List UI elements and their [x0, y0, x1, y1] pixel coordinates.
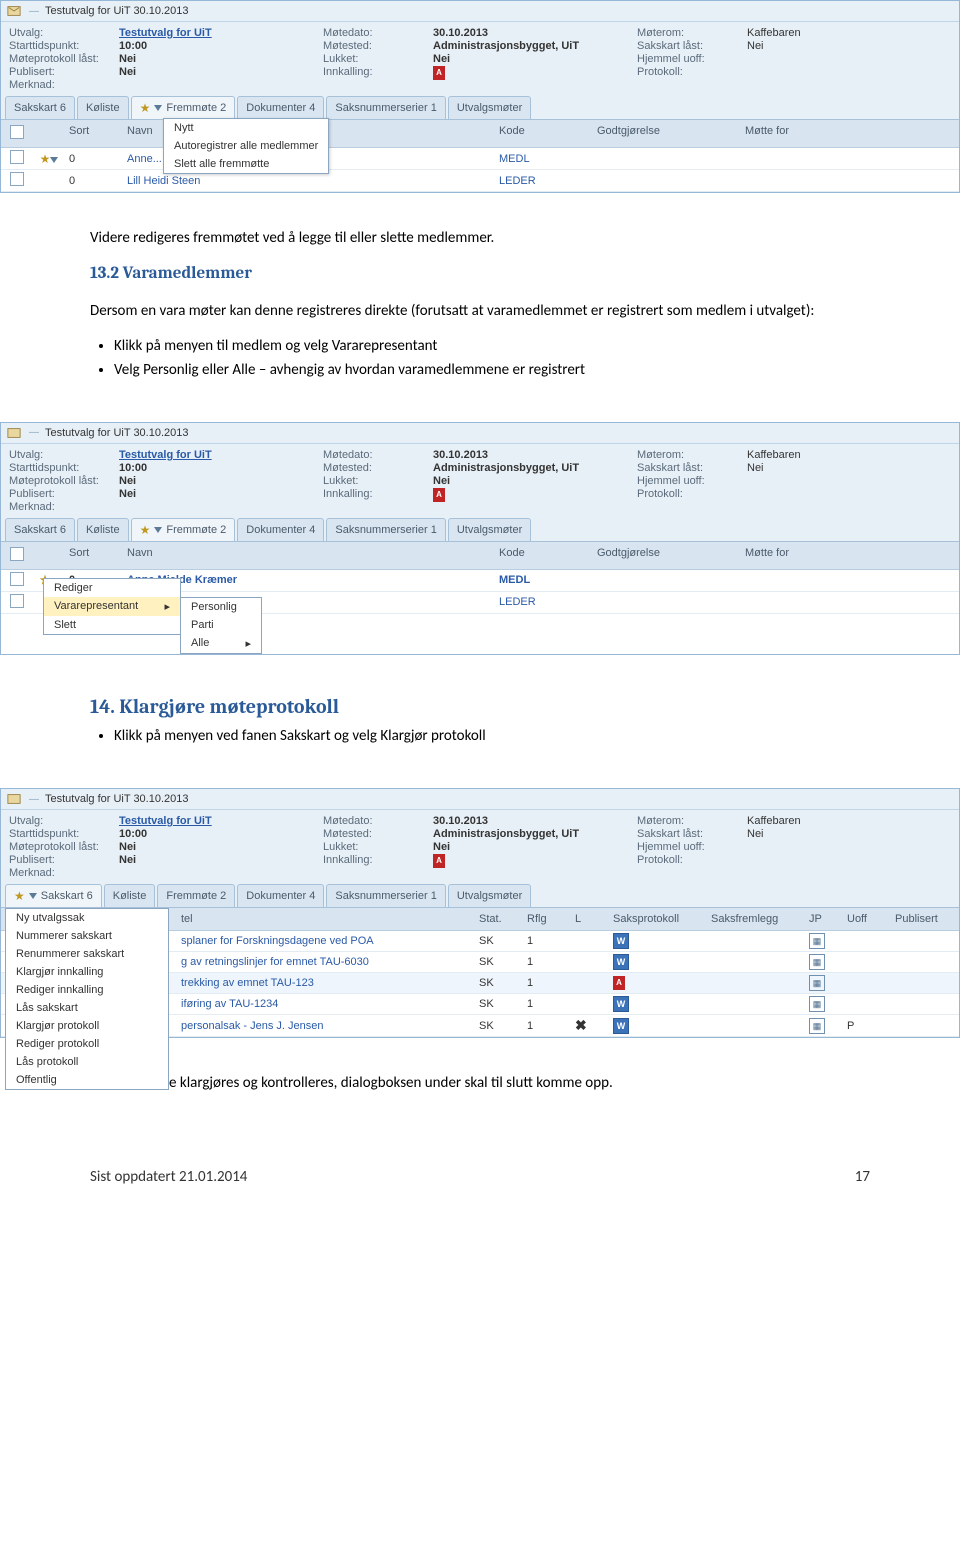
table-row[interactable]: ★ 0 Anne... MEDL	[1, 148, 959, 170]
menu-autoregistrer[interactable]: Autoregistrer alle medlemmer	[164, 137, 328, 155]
col-kode[interactable]: Kode	[495, 123, 593, 144]
menu-renummerer[interactable]: Renummerer sakskart	[6, 945, 168, 963]
doc-text-2: 14. Klargjøre møteprotokoll Klikk på men…	[0, 655, 960, 788]
tab-saksnummer[interactable]: Saksnummerserier 1	[326, 518, 445, 541]
tab-saksnummer[interactable]: Saksnummerserier 1	[326, 96, 445, 119]
locked-icon: ✖	[575, 1017, 587, 1033]
tab-utvalgsmoter[interactable]: Utvalgsmøter	[448, 884, 531, 907]
dropdown-icon[interactable]	[154, 105, 162, 111]
tab-fremmote[interactable]: ★Fremmøte 2	[131, 518, 236, 541]
fremmote-menu: Nytt Autoregistrer alle medlemmer Slett …	[163, 118, 329, 174]
col-sort[interactable]: Sort	[65, 123, 123, 144]
row-context-menu: Rediger Vararepresentant▸ Personlig Part…	[43, 578, 181, 635]
tab-sakskart[interactable]: Sakskart 6	[5, 518, 75, 541]
tab-sakskart[interactable]: Sakskart 6	[5, 96, 75, 119]
submenu-alle[interactable]: Alle ▸	[181, 634, 261, 653]
select-all-checkbox[interactable]	[10, 125, 24, 139]
word-icon[interactable]: W	[613, 933, 629, 949]
word-icon[interactable]: W	[613, 996, 629, 1012]
menu-vararepresentant[interactable]: Vararepresentant▸ Personlig Parti Alle ▸	[44, 597, 180, 616]
tab-utvalgsmoter[interactable]: Utvalgsmøter	[448, 518, 531, 541]
tab-koliste[interactable]: Køliste	[77, 96, 129, 119]
heading: 14. Klargjøre møteprotokoll	[90, 693, 870, 720]
bullet: Klikk på menyen til medlem og velg Varar…	[114, 336, 870, 356]
window-icon	[7, 792, 23, 806]
menu-slett[interactable]: Slett	[44, 616, 180, 634]
star-icon: ★	[140, 101, 151, 115]
word-icon[interactable]: W	[613, 954, 629, 970]
tab-utvalgsmoter[interactable]: Utvalgsmøter	[448, 96, 531, 119]
paragraph: Videre redigeres fremmøtet ved å legge t…	[90, 228, 870, 248]
bullet: Klikk på menyen ved fanen Sakskart og ve…	[114, 726, 870, 746]
sakskart-menu: Ny utvalgssak Nummerer sakskart Renummer…	[5, 908, 169, 1090]
titlebar: — Testutvalg for UiT 30.10.2013	[1, 1, 959, 22]
paragraph: Dokumentene klargjøres og kontrolleres, …	[90, 1073, 870, 1093]
tab-fremmote[interactable]: ★Fremmøte 2	[131, 96, 236, 119]
submenu-personlig[interactable]: Personlig	[181, 598, 261, 616]
grid: Sort Navn Kode Godtgjørelse Møtte for ★ …	[1, 120, 959, 192]
menu-rediger[interactable]: Rediger	[44, 579, 180, 597]
tab-koliste[interactable]: Køliste	[104, 884, 156, 907]
doc-icon[interactable]: ▦	[809, 1018, 825, 1034]
doc-text-1: Videre redigeres fremmøtet ved å legge t…	[0, 193, 960, 422]
star-icon[interactable]: ★	[40, 152, 51, 166]
window-3: —Testutvalg for UiT 30.10.2013 Utvalg:Te…	[0, 788, 960, 1038]
dash-icon: —	[29, 6, 39, 17]
window-2: —Testutvalg for UiT 30.10.2013 Utvalg:Te…	[0, 422, 960, 655]
dropdown-icon[interactable]	[29, 893, 37, 899]
tabs: Sakskart 6 Køliste ★Fremmøte 2 Dokumente…	[1, 94, 959, 120]
tab-dokumenter[interactable]: Dokumenter 4	[237, 518, 324, 541]
doc-icon[interactable]: ▦	[809, 954, 825, 970]
menu-nummerer[interactable]: Nummerer sakskart	[6, 927, 168, 945]
word-icon[interactable]: W	[613, 1018, 629, 1034]
menu-nytt[interactable]: Nytt	[164, 119, 328, 137]
menu-klargjor-innkalling[interactable]: Klargjør innkalling	[6, 963, 168, 981]
col-godt[interactable]: Godtgjørelse	[593, 123, 741, 144]
arrow-right-icon: ▸	[164, 600, 170, 613]
menu-slett-alle[interactable]: Slett alle fremmøtte	[164, 155, 328, 173]
pdf-icon[interactable]: A	[433, 66, 445, 80]
row-checkbox[interactable]	[10, 150, 24, 164]
menu-las-protokoll[interactable]: Lås protokoll	[6, 1053, 168, 1071]
tab-saksnummer[interactable]: Saksnummerserier 1	[326, 884, 445, 907]
tab-sakskart[interactable]: ★Sakskart 6	[5, 884, 102, 907]
doc-icon[interactable]: ▦	[809, 975, 825, 991]
window-1: — Testutvalg for UiT 30.10.2013 Utvalg:T…	[0, 0, 960, 193]
doc-icon[interactable]: ▦	[809, 996, 825, 1012]
doc-icon[interactable]: ▦	[809, 933, 825, 949]
page-number: 17	[855, 1168, 870, 1186]
table-row[interactable]: 0 Lill Heidi Steen LEDER	[1, 170, 959, 192]
meta-panel: Utvalg:Testutvalg for UiT Starttidspunkt…	[1, 22, 959, 94]
row-checkbox[interactable]	[10, 172, 24, 186]
tab-koliste[interactable]: Køliste	[77, 518, 129, 541]
menu-offentlig[interactable]: Offentlig	[6, 1071, 168, 1089]
menu-klargjor-protokoll[interactable]: Klargjør protokoll	[6, 1017, 168, 1035]
tab-fremmote[interactable]: Fremmøte 2	[157, 884, 235, 907]
footer-updated: Sist oppdatert 21.01.2014	[90, 1168, 247, 1186]
pdf-icon[interactable]: A	[433, 854, 445, 868]
col-motte[interactable]: Møtte for	[741, 123, 959, 144]
heading: 13.2 Varamedlemmer	[90, 263, 870, 286]
col-tittel[interactable]: tel	[177, 911, 475, 927]
pdf-icon[interactable]: A	[613, 976, 625, 990]
tab-dokumenter[interactable]: Dokumenter 4	[237, 884, 324, 907]
meta-label: Utvalg:	[9, 27, 119, 39]
page-footer: Sist oppdatert 21.01.2014 17	[0, 1128, 960, 1204]
menu-rediger-innkalling[interactable]: Rediger innkalling	[6, 981, 168, 999]
tab-dokumenter[interactable]: Dokumenter 4	[237, 96, 324, 119]
pdf-icon[interactable]: A	[433, 488, 445, 502]
window-icon	[7, 426, 23, 440]
submenu-parti[interactable]: Parti	[181, 616, 261, 634]
menu-las-sakskart[interactable]: Lås sakskart	[6, 999, 168, 1017]
menu-ny-utvalgssak[interactable]: Ny utvalgssak	[6, 909, 168, 927]
menu-rediger-protokoll[interactable]: Rediger protokoll	[6, 1035, 168, 1053]
bullet: Velg Personlig eller Alle – avhengig av …	[114, 360, 870, 380]
window-title: Testutvalg for UiT 30.10.2013	[45, 5, 189, 17]
select-all-checkbox[interactable]	[10, 547, 24, 561]
meta-value[interactable]: Testutvalg for UiT	[119, 27, 212, 39]
vararepresentant-submenu: Personlig Parti Alle ▸	[180, 597, 262, 654]
paragraph: Dersom en vara møter kan denne registrer…	[90, 301, 870, 321]
row-menu-icon[interactable]	[50, 157, 58, 163]
window-icon	[7, 4, 23, 18]
